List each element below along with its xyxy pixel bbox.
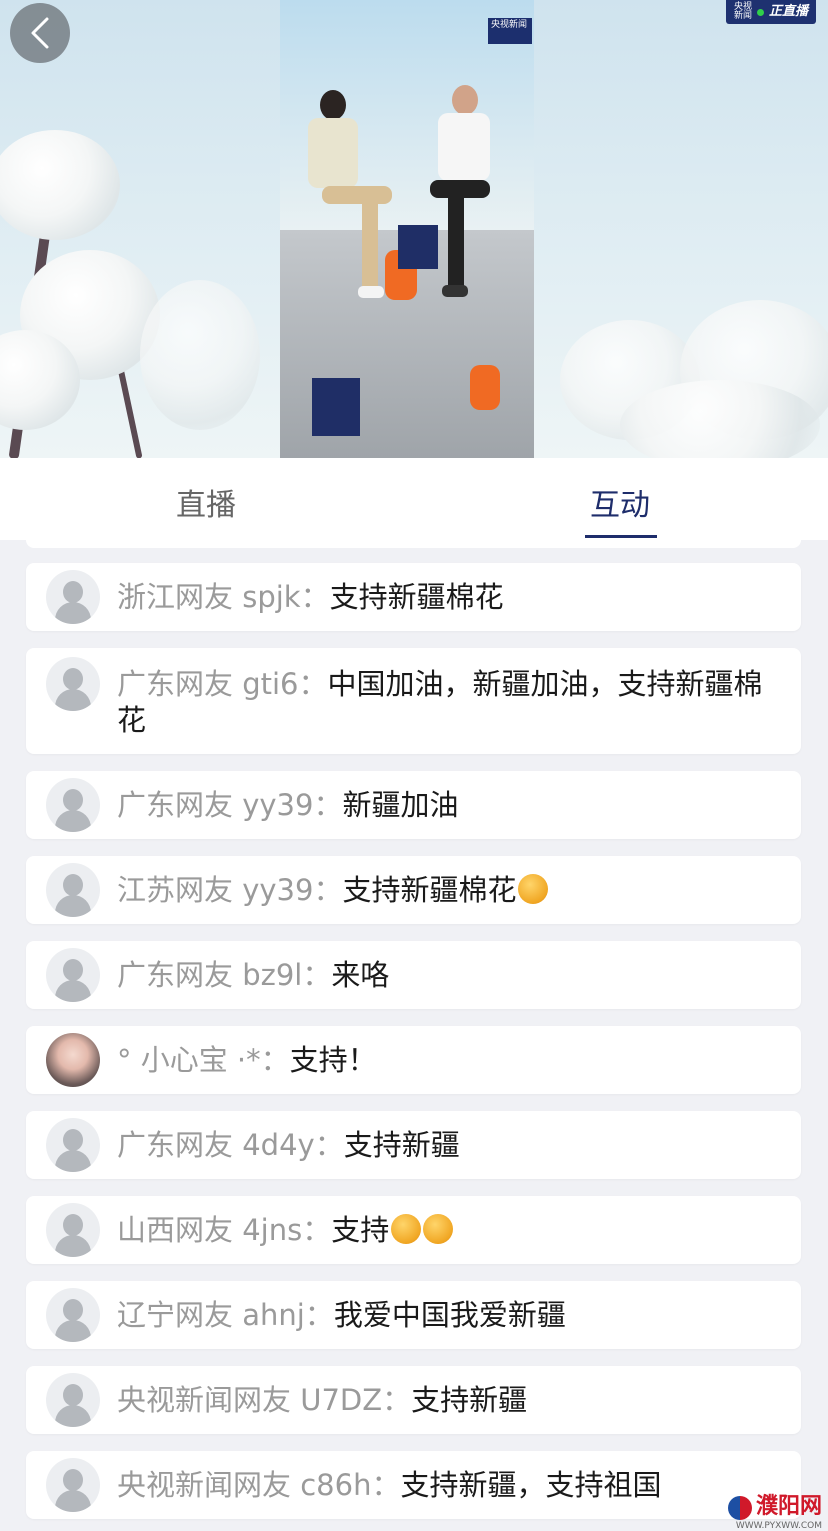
cctv-logo-icon: 央视 新闻 [733, 2, 752, 21]
live-status-badge: 央视 新闻 正直播 [725, 0, 816, 24]
comment-text: 支持 [331, 1213, 390, 1247]
cctv-news-badge: 央视新闻 [488, 18, 532, 44]
comment-nick: 江苏网友 yy39： [117, 873, 343, 907]
live-video-player[interactable]: 央视新闻 央视 新闻 正直播 [0, 0, 828, 458]
comment-text: 支持新疆棉花 [329, 580, 504, 614]
comment-item: ° 小心宝 ·*：支持！ [26, 1026, 801, 1094]
comment-item: 广东网友 gti6：中国加油，新疆加油，支持新疆棉花 [26, 648, 801, 754]
flexed-biceps-icon [423, 1214, 454, 1244]
back-button[interactable] [10, 3, 70, 63]
comment-text: 我爱中国我爱新疆 [333, 1298, 566, 1332]
comment-text: 新疆加油 [342, 788, 459, 822]
tab-bar: 直播 互动 [0, 458, 828, 540]
live-dot-icon [756, 8, 764, 16]
comment-nick: 辽宁网友 ahnj： [117, 1298, 334, 1332]
cotton-boll [140, 280, 260, 430]
active-tab-indicator [585, 535, 657, 538]
comment-nick: 广东网友 bz9l： [117, 958, 332, 992]
live-badge-text: 正直播 [768, 4, 808, 19]
watermark-name: 濮阳网 [755, 1494, 822, 1519]
avatar [46, 1458, 100, 1512]
avatar [46, 1373, 100, 1427]
tab-live[interactable]: 直播 [176, 480, 236, 524]
comment-item: 浙江网友 spjk：支持新疆棉花 [26, 563, 801, 631]
comment-text: 支持新疆，支持祖国 [400, 1468, 662, 1502]
thumbs-up-icon [518, 874, 549, 904]
comment-item: 央视新闻网友 U7DZ：支持新疆 [26, 1366, 801, 1434]
avatar [46, 657, 100, 711]
comment-item: 广东网友 yy39：新疆加油 [26, 771, 801, 839]
cctv-cube [398, 225, 438, 269]
comment-item: 广东网友 4d4y：支持新疆 [26, 1111, 801, 1179]
comment-text: 支持新疆 [411, 1383, 528, 1417]
comment-nick: 央视新闻网友 c86h： [117, 1468, 401, 1502]
comment-nick: 浙江网友 spjk： [117, 580, 330, 614]
cctv-cube [312, 378, 360, 436]
comment-nick: 广东网友 4d4y： [117, 1128, 344, 1162]
cctv-badge-text: 央视新闻 [491, 20, 528, 30]
list-item-partial [26, 540, 801, 548]
avatar [46, 1288, 100, 1342]
avatar [46, 948, 100, 1002]
cotton-boll [0, 130, 120, 240]
comment-nick: 央视新闻网友 U7DZ： [117, 1383, 412, 1417]
avatar [46, 1118, 100, 1172]
comment-text: 支持新疆 [343, 1128, 460, 1162]
studio-scene: 央视新闻 [280, 0, 534, 458]
guest-figure [302, 90, 392, 300]
comment-item: 央视新闻网友 c86h：支持新疆，支持祖国 [26, 1451, 801, 1519]
host-figure [430, 85, 500, 300]
avatar [46, 778, 100, 832]
avatar [46, 1033, 100, 1087]
avatar [46, 570, 100, 624]
chevron-left-icon [31, 17, 49, 49]
comment-nick: 广东网友 gti6： [117, 667, 328, 701]
comment-text: 支持新疆棉花 [342, 873, 517, 907]
pyxww-logo-icon [727, 1496, 752, 1520]
comment-nick: 广东网友 yy39： [117, 788, 343, 822]
comment-text: 支持！ [289, 1043, 377, 1077]
comment-item: 江苏网友 yy39：支持新疆棉花 [26, 856, 801, 924]
flexed-biceps-icon [391, 1214, 422, 1244]
tab-interaction[interactable]: 互动 [590, 480, 650, 524]
site-watermark: 濮阳网 WWW.PYXWW.COM [727, 1488, 822, 1531]
comment-item: 山西网友 4jns：支持 [26, 1196, 801, 1264]
avatar [46, 1203, 100, 1257]
avatar [46, 863, 100, 917]
comment-item: 辽宁网友 ahnj：我爱中国我爱新疆 [26, 1281, 801, 1349]
kuaishou-mascot [470, 365, 500, 410]
comment-nick: ° 小心宝 ·*： [117, 1043, 290, 1077]
comment-text: 来咯 [331, 958, 390, 992]
comment-nick: 山西网友 4jns： [117, 1213, 332, 1247]
comment-item: 广东网友 bz9l：来咯 [26, 941, 801, 1009]
